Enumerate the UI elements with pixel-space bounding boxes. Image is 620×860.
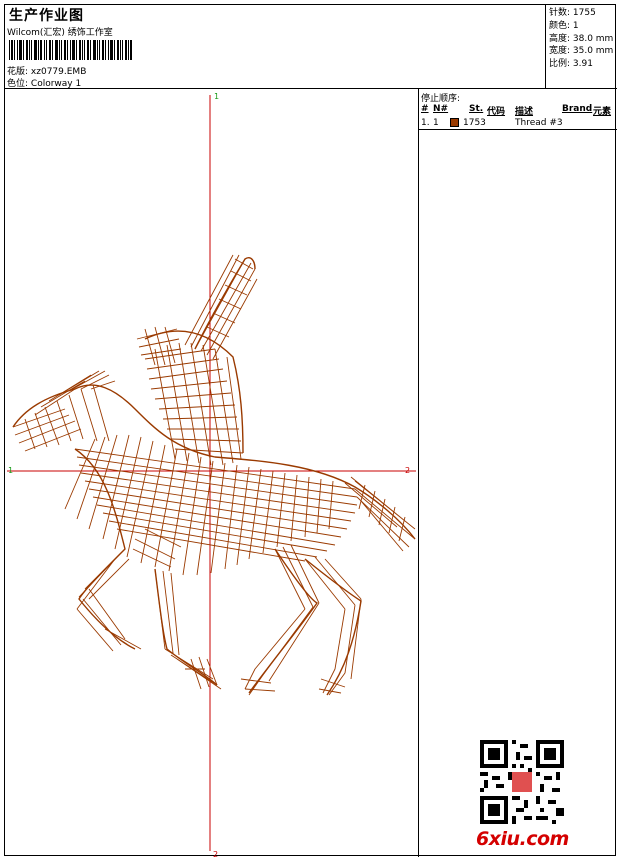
company-name: Wilcom(汇宏) 绣饰工作室 (7, 28, 113, 38)
table-divider (419, 129, 617, 130)
design-stats: 针数: 1755 颜色: 1 高度: 38.0 mm 宽度: 35.0 mm 比… (546, 5, 617, 89)
col-index: # (421, 104, 429, 114)
col-needle: N# (433, 104, 449, 114)
col-stitches: St. (469, 104, 484, 114)
brand-logo: 6xiu.com (476, 828, 569, 850)
row-index: 1. (421, 118, 430, 128)
row-needle: 1 (433, 118, 439, 128)
stop-sequence-panel: 停止顺序: # N# St. 代码 描述 Brand 元素 1. 1 1753 … (419, 89, 617, 857)
crosshair-label-bottom: 2 (213, 850, 219, 859)
design-canvas: 1 1 2 2 (5, 89, 419, 859)
color-count: 颜色: 1 (549, 20, 579, 31)
embroidery-preview (7, 95, 416, 851)
col-element: 元素 (593, 107, 612, 117)
page-title: 生产作业图 (9, 8, 84, 24)
horse-rider-embroidery (12, 254, 416, 696)
stitch-count: 针数: 1755 (549, 8, 596, 18)
design-height: 高度: 38.0 mm (549, 33, 614, 44)
colorway-value: Colorway 1 (30, 79, 82, 89)
crosshair-label-left: 1 (8, 466, 14, 475)
crosshair-label-right: 2 (405, 466, 411, 475)
design-scale: 比例: 3.91 (549, 59, 593, 70)
thread-color-swatch (450, 118, 459, 127)
row-description: Thread #3 (515, 118, 563, 128)
production-sheet: 生产作业图 Wilcom(汇宏) 绣饰工作室 花版: xz0779.EMB 色位… (4, 4, 617, 859)
colorway-label: 色位: (7, 79, 29, 89)
col-description: 描述 (515, 107, 534, 117)
col-brand: Brand (562, 104, 593, 114)
row-stitches: 1753 (463, 118, 486, 128)
colorway: 色位: Colorway 1 (7, 76, 81, 89)
sheet-header: 生产作业图 Wilcom(汇宏) 绣饰工作室 花版: xz0779.EMB 色位… (5, 5, 546, 89)
crosshair-label-top: 1 (214, 92, 220, 101)
stop-sequence-title: 停止顺序: (421, 94, 461, 104)
qr-code (480, 740, 564, 824)
col-code: 代码 (487, 107, 506, 117)
design-width: 宽度: 35.0 mm (549, 46, 614, 57)
barcode (9, 40, 132, 60)
